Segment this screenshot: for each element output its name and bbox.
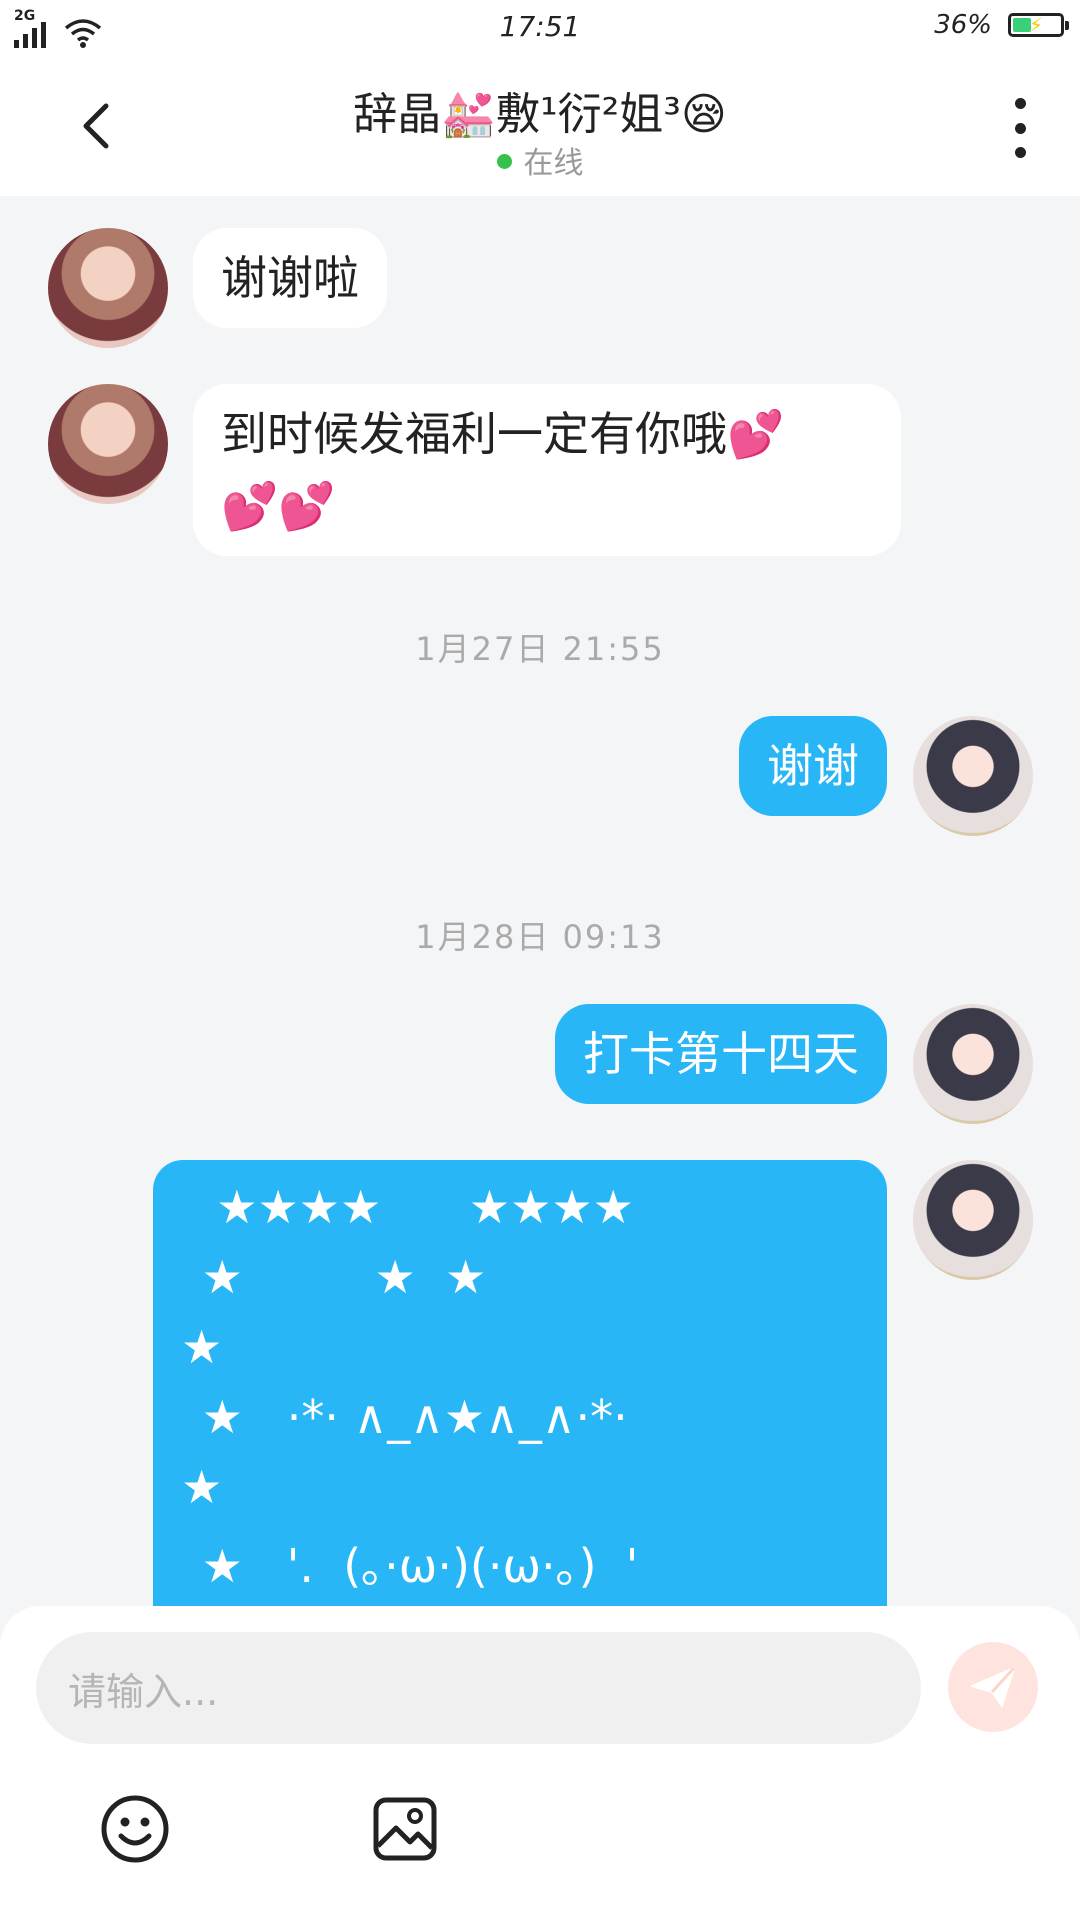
message-line: 💕💕 [221,479,336,533]
image-icon [373,1797,437,1861]
image-button[interactable] [370,1794,440,1864]
art-line: ★ [181,1320,223,1374]
art-line: ★★★★ ★★★★ [187,1180,634,1234]
message-timestamp: 1月27日 21:55 [415,630,665,668]
message-bubble-outgoing[interactable]: 谢谢 [739,716,887,816]
battery-percent: 36% [934,10,992,40]
emoji-icon [101,1795,169,1863]
send-button[interactable] [948,1642,1038,1732]
emoji-button[interactable] [100,1794,170,1864]
status-bar: 2G 17:51 36% ⚡ [0,0,1080,60]
clock: 17:51 [499,10,581,43]
message-line: 到时候发福利一定有你哦💕 [221,407,785,461]
online-status: 在线 [0,138,1080,182]
contact-avatar[interactable] [48,228,168,348]
online-dot [496,154,512,169]
my-avatar[interactable] [913,1160,1033,1280]
my-avatar[interactable] [913,1004,1033,1124]
battery-icon: ⚡ [1008,13,1069,37]
my-avatar[interactable] [913,716,1033,836]
message-input[interactable]: 请输入... [36,1632,921,1744]
message-bubble-incoming[interactable]: 到时候发福利一定有你哦💕 💕💕 [193,384,901,556]
art-line: ★ [181,1460,223,1514]
contact-name: 辞晶💒敷¹衍²姐³😪 [353,89,727,140]
art-line: ★ ·*· ∧_∧★∧_∧·*· [187,1390,628,1444]
chat-header: 辞晶💒敷¹衍²姐³😪 在线 [0,60,1080,196]
battery-area: 36% ⚡ [934,10,1069,40]
message-bubble-outgoing-art[interactable]: ★★★★ ★★★★ ★ ★ ★ ★ ★ ·*· ∧_∧★∧_∧·*· ★ ★ '… [153,1160,887,1606]
send-icon [971,1666,1016,1707]
message-bubble-incoming[interactable]: 谢谢啦 [193,228,387,328]
contact-avatar[interactable] [48,384,168,504]
more-vertical-icon[interactable] [1000,98,1040,158]
input-panel: 请输入... [0,1606,1080,1920]
message-timestamp: 1月28日 09:13 [415,918,665,956]
message-list[interactable]: 谢谢啦 到时候发福利一定有你哦💕 💕💕 1月27日 21:55 谢谢 1月28日… [0,196,1080,1606]
art-line: ★ ★ ★ [187,1250,487,1304]
message-bubble-outgoing[interactable]: 打卡第十四天 [555,1004,887,1104]
art-line: ★ '. (｡·ω·)(·ω·｡) ' [187,1539,639,1593]
online-label: 在线 [523,146,584,181]
